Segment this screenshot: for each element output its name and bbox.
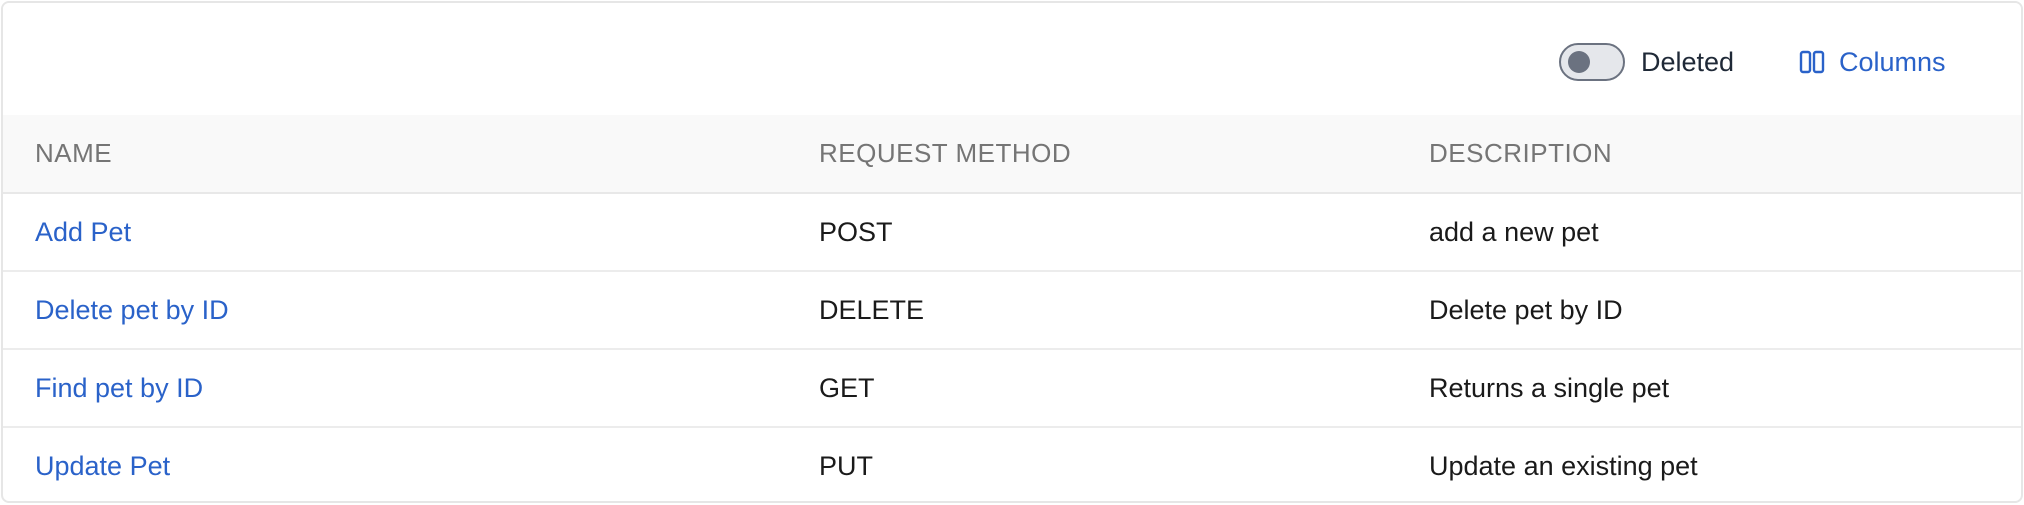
request-link[interactable]: Delete pet by ID xyxy=(35,295,229,325)
cell-name: Add Pet xyxy=(3,193,787,272)
request-link[interactable]: Add Pet xyxy=(35,217,131,247)
deleted-toggle[interactable] xyxy=(1559,43,1625,81)
requests-table: NAME REQUEST METHOD DESCRIPTION Add Pet … xyxy=(3,115,2021,501)
table-header: NAME REQUEST METHOD DESCRIPTION xyxy=(3,115,2021,194)
table-row: Find pet by ID GET Returns a single pet xyxy=(3,349,2021,428)
table-row: Delete pet by ID DELETE Delete pet by ID xyxy=(3,271,2021,350)
columns-icon xyxy=(1797,47,1827,77)
cell-description: Update an existing pet xyxy=(1429,451,1698,481)
deleted-toggle-label: Deleted xyxy=(1641,46,1735,77)
cell-description: Returns a single pet xyxy=(1397,349,2021,428)
cell-description: add a new pet xyxy=(1397,193,2021,272)
request-link[interactable]: Update Pet xyxy=(35,451,170,481)
toggle-knob xyxy=(1568,51,1590,73)
column-header-name[interactable]: NAME xyxy=(3,115,787,194)
table-body: Add Pet POST add a new pet Delete pet by… xyxy=(3,193,2021,501)
request-link[interactable]: Find pet by ID xyxy=(35,373,203,403)
cell-method: POST xyxy=(787,193,1397,272)
cell-description: Delete pet by ID xyxy=(1397,271,2021,350)
deleted-toggle-group[interactable]: Deleted xyxy=(1559,43,1734,81)
columns-button-label: Columns xyxy=(1839,46,1946,77)
column-header-request-method[interactable]: REQUEST METHOD xyxy=(787,115,1397,194)
cell-method: PUT xyxy=(819,451,873,481)
column-header-description[interactable]: DESCRIPTION xyxy=(1397,115,2021,194)
columns-button[interactable]: Columns xyxy=(1797,43,1946,81)
table-toolbar: Deleted Columns xyxy=(3,3,2021,115)
cell-name: Find pet by ID xyxy=(3,349,787,428)
table-row: Add Pet POST add a new pet xyxy=(3,193,2021,272)
cell-name: Update Pet xyxy=(3,427,787,501)
cell-method: DELETE xyxy=(787,271,1397,350)
cell-name: Delete pet by ID xyxy=(3,271,787,350)
table-row: Update Pet PUT Update an existing pet xyxy=(3,427,2021,501)
cell-method: GET xyxy=(787,349,1397,428)
table-header-row: NAME REQUEST METHOD DESCRIPTION xyxy=(3,115,2021,194)
api-requests-panel: Deleted Columns NAME REQUEST METHOD DESC… xyxy=(1,1,2023,503)
